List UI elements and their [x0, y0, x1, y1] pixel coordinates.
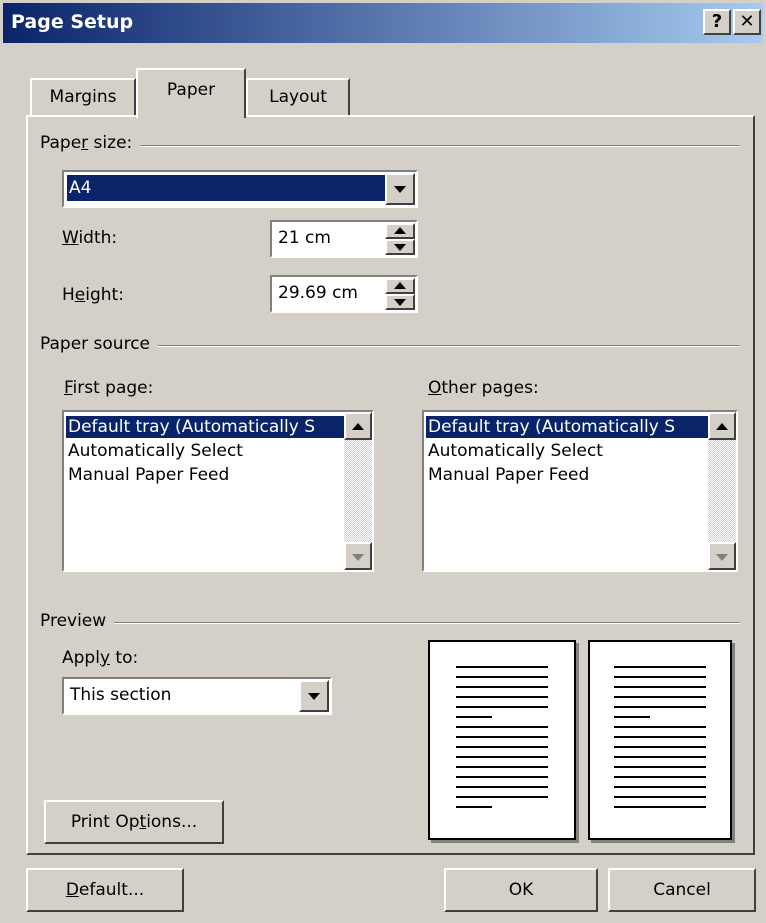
spin-down-icon [394, 299, 406, 306]
apply-to-select[interactable]: This section [62, 677, 332, 715]
spin-up-icon [394, 227, 406, 234]
close-button[interactable]: ✕ [733, 9, 761, 35]
first-page-scrollbar[interactable] [344, 412, 372, 570]
list-item[interactable]: Default tray (Automatically S [426, 416, 708, 438]
preview-line [614, 716, 650, 718]
page-setup-dialog: Page Setup ? ✕ Margins Paper Layout Pape… [0, 0, 766, 923]
paper-size-divider [40, 145, 740, 147]
scroll-down-button[interactable] [344, 542, 372, 570]
chevron-down-icon [308, 693, 320, 700]
default-button[interactable]: Default... [26, 868, 184, 912]
arrow-down-icon [716, 554, 728, 561]
preview-line [456, 776, 548, 778]
paper-size-dropdown-button[interactable] [385, 173, 415, 205]
preview-line [614, 786, 706, 788]
width-spin-down[interactable] [385, 239, 415, 255]
apply-to-label: Apply to: [62, 648, 139, 668]
other-pages-listbox[interactable]: Default tray (Automatically S Automatica… [422, 410, 738, 572]
arrow-up-icon [716, 423, 728, 430]
close-icon: ✕ [739, 11, 755, 32]
preview-line [456, 666, 548, 668]
spin-down-icon [394, 244, 406, 251]
width-spin-up[interactable] [385, 223, 415, 239]
preview-line [614, 706, 706, 708]
arrow-up-icon [352, 423, 364, 430]
preview-line [456, 676, 548, 678]
help-button[interactable]: ? [703, 9, 731, 35]
spin-up-icon [394, 282, 406, 289]
preview-page-right [588, 640, 732, 840]
preview-page-left [428, 640, 576, 840]
tab-margins[interactable]: Margins [30, 78, 136, 116]
chevron-down-icon [394, 186, 406, 193]
preview-line [614, 686, 706, 688]
first-page-listbox[interactable]: Default tray (Automatically S Automatica… [62, 410, 374, 572]
paper-size-group-label: Paper size: [40, 133, 141, 153]
preview-divider [40, 622, 740, 624]
ok-button[interactable]: OK [444, 868, 598, 912]
tab-layout[interactable]: Layout [246, 78, 350, 116]
preview-line [614, 746, 706, 748]
list-item[interactable]: Manual Paper Feed [426, 464, 589, 486]
preview-line [456, 736, 548, 738]
preview-line [456, 746, 548, 748]
cancel-button[interactable]: Cancel [608, 868, 756, 912]
preview-line [456, 726, 548, 728]
preview-line [614, 756, 706, 758]
list-item[interactable]: Automatically Select [66, 440, 243, 462]
preview-line [456, 786, 548, 788]
list-item[interactable]: Default tray (Automatically S [66, 416, 344, 438]
width-label: Width: [62, 228, 118, 248]
preview-line [456, 706, 548, 708]
arrow-down-icon [352, 554, 364, 561]
window-title: Page Setup [11, 11, 134, 33]
width-field[interactable]: 21 cm [270, 220, 418, 258]
height-value: 29.69 cm [278, 283, 358, 303]
preview-line [614, 666, 706, 668]
preview-line [614, 796, 706, 798]
preview-line [614, 726, 706, 728]
list-item[interactable]: Automatically Select [426, 440, 603, 462]
paper-size-select[interactable]: A4 [62, 170, 418, 208]
paper-source-group-label: Paper source [40, 334, 159, 354]
paper-size-value: A4 [66, 174, 386, 202]
preview-line [614, 806, 706, 808]
preview-line [456, 686, 548, 688]
height-label: Height: [62, 285, 124, 305]
first-page-label: First page: [64, 378, 154, 398]
preview-line [456, 766, 548, 768]
title-bar[interactable]: Page Setup ? ✕ [3, 3, 763, 43]
preview-line [456, 806, 492, 808]
scroll-down-button[interactable] [708, 542, 736, 570]
preview-line [456, 796, 548, 798]
apply-to-dropdown-button[interactable] [299, 680, 329, 712]
tab-paper-label: Paper [166, 80, 216, 100]
preview-line [614, 776, 706, 778]
preview-line [614, 766, 706, 768]
preview-line [614, 696, 706, 698]
other-pages-label: Other pages: [428, 378, 539, 398]
height-spin-down[interactable] [385, 294, 415, 310]
height-field[interactable]: 29.69 cm [270, 275, 418, 313]
height-spin-up[interactable] [385, 278, 415, 294]
preview-line [614, 736, 706, 738]
preview-line [456, 716, 492, 718]
preview-line [614, 676, 706, 678]
apply-to-value: This section [70, 685, 172, 705]
preview-group-label: Preview [40, 611, 115, 631]
tab-margins-label: Margins [49, 87, 117, 107]
other-pages-scrollbar[interactable] [708, 412, 736, 570]
scroll-up-button[interactable] [708, 412, 736, 440]
preview-line [456, 756, 548, 758]
scroll-up-button[interactable] [344, 412, 372, 440]
list-item[interactable]: Manual Paper Feed [66, 464, 229, 486]
width-value: 21 cm [278, 228, 331, 248]
print-options-button[interactable]: Print Options... [44, 800, 224, 844]
tab-paper[interactable]: Paper [136, 68, 246, 118]
tab-layout-label: Layout [269, 87, 327, 107]
preview-line [456, 696, 548, 698]
